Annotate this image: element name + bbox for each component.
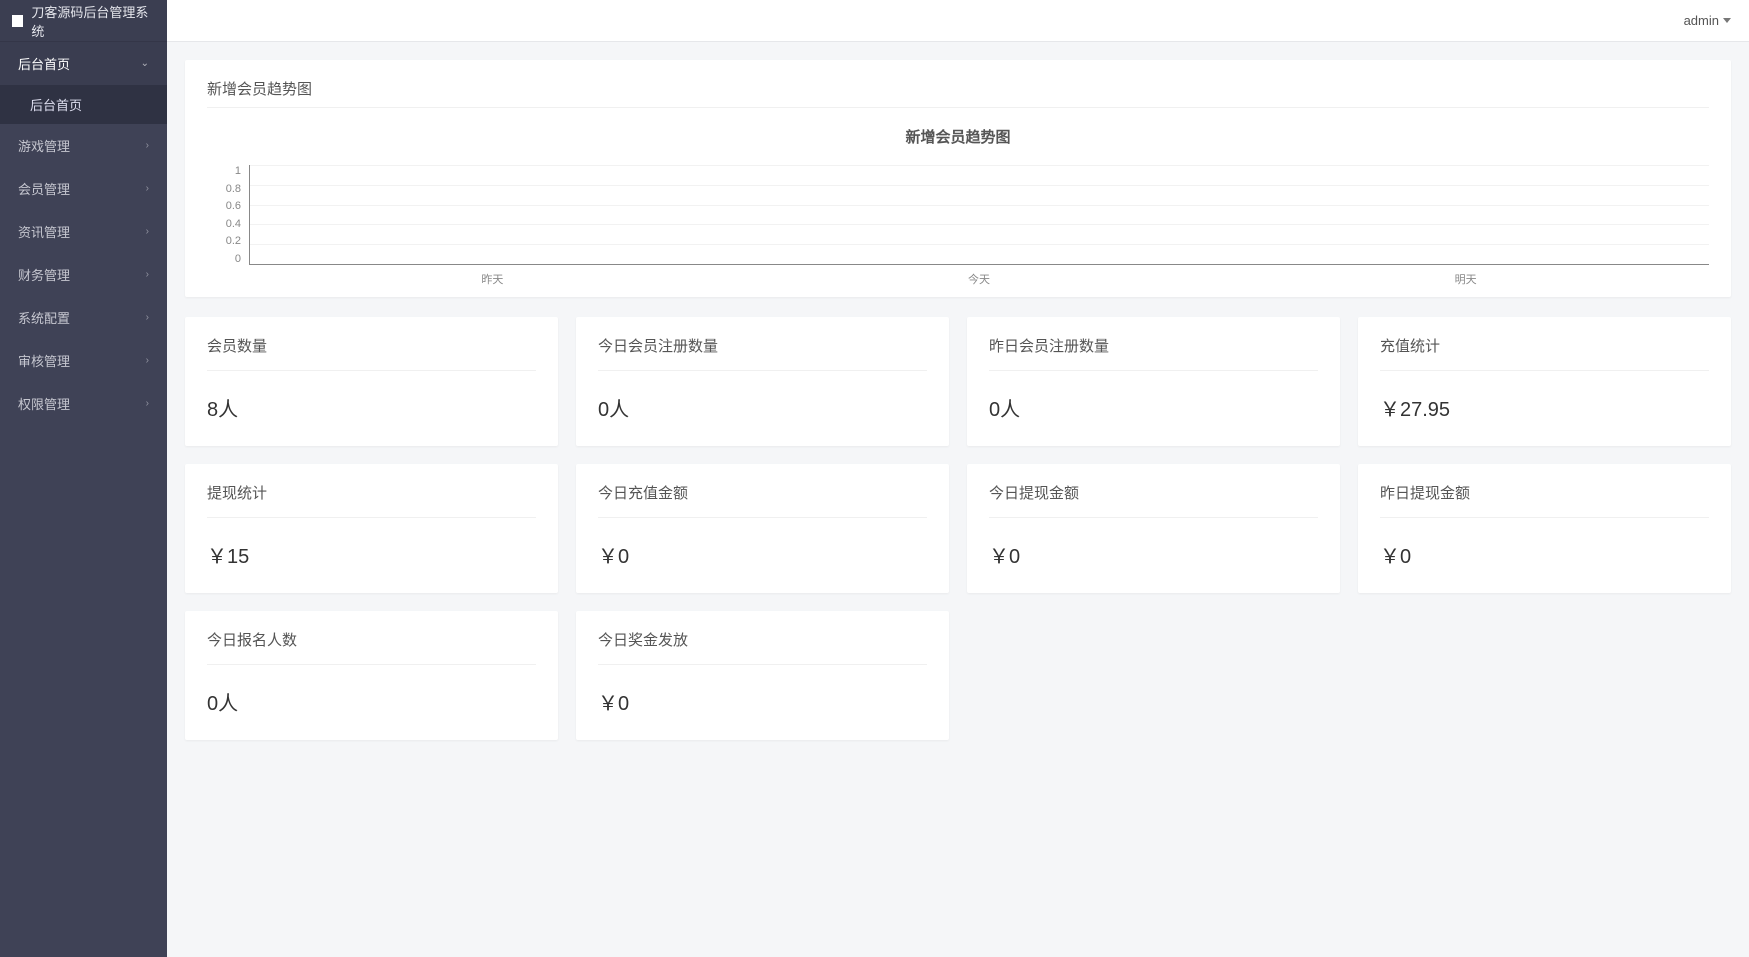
chart-plot-area [249, 165, 1709, 265]
stat-value: 0人 [598, 371, 927, 428]
stat-card: 充值统计￥27.95 [1358, 317, 1731, 446]
stat-value: ￥0 [598, 518, 927, 575]
sidebar-item-label: 系统配置 [18, 308, 70, 327]
stat-card: 今日会员注册数量0人 [576, 317, 949, 446]
stats-grid: 会员数量8人今日会员注册数量0人昨日会员注册数量0人充值统计￥27.95提现统计… [185, 317, 1731, 740]
stat-card: 今日提现金额￥0 [967, 464, 1340, 593]
chart-card-header: 新增会员趋势图 [207, 78, 1709, 108]
chart-gridline [250, 185, 1709, 186]
sidebar-submenu-home: 后台首页 [0, 85, 167, 124]
stat-value: 0人 [989, 371, 1318, 428]
caret-down-icon [1723, 18, 1731, 23]
stat-card: 提现统计￥15 [185, 464, 558, 593]
chevron-right-icon: › [146, 183, 149, 194]
stat-card: 昨日提现金额￥0 [1358, 464, 1731, 593]
chevron-down-icon: ⌄ [141, 58, 149, 69]
stat-label: 今日提现金额 [989, 482, 1318, 518]
sidebar-item-member[interactable]: 会员管理 › [0, 167, 167, 210]
brand-title: 刀客源码后台管理系统 [31, 2, 155, 40]
chart-title: 新增会员趋势图 [207, 126, 1709, 147]
chart-y-tick: 0.8 [226, 183, 241, 195]
sidebar-subitem-home[interactable]: 后台首页 [0, 85, 167, 124]
stat-label: 今日充值金额 [598, 482, 927, 518]
stat-value: ￥15 [207, 518, 536, 575]
brand: 刀客源码后台管理系统 [0, 0, 167, 42]
chevron-right-icon: › [146, 269, 149, 280]
chart-x-axis: 昨天今天明天 [249, 271, 1709, 287]
chart-y-tick: 0.6 [226, 200, 241, 212]
stat-label: 昨日会员注册数量 [989, 335, 1318, 371]
stat-label: 今日奖金发放 [598, 629, 927, 665]
sidebar-item-finance[interactable]: 财务管理 › [0, 253, 167, 296]
stat-label: 今日报名人数 [207, 629, 536, 665]
sidebar-item-label: 权限管理 [18, 394, 70, 413]
chevron-right-icon: › [146, 226, 149, 237]
stat-card: 今日奖金发放￥0 [576, 611, 949, 740]
sidebar-item-audit[interactable]: 审核管理 › [0, 339, 167, 382]
topbar: admin [167, 0, 1749, 42]
chevron-right-icon: › [146, 312, 149, 323]
chevron-right-icon: › [146, 355, 149, 366]
chart-y-tick: 0.4 [226, 218, 241, 230]
stat-card: 昨日会员注册数量0人 [967, 317, 1340, 446]
stat-label: 充值统计 [1380, 335, 1709, 371]
chevron-right-icon: › [146, 140, 149, 151]
sidebar-item-home[interactable]: 后台首页 ⌄ [0, 42, 167, 85]
sidebar-item-label: 游戏管理 [18, 136, 70, 155]
stat-card: 今日充值金额￥0 [576, 464, 949, 593]
chevron-right-icon: › [146, 398, 149, 409]
sidebar-item-label: 后台首页 [18, 54, 70, 73]
chart-y-tick: 0 [235, 253, 241, 265]
stat-value: ￥0 [989, 518, 1318, 575]
stat-card: 今日报名人数0人 [185, 611, 558, 740]
stat-label: 今日会员注册数量 [598, 335, 927, 371]
sidebar-item-label: 资讯管理 [18, 222, 70, 241]
chart-gridline [250, 244, 1709, 245]
chart-x-tick: 昨天 [249, 271, 736, 287]
stat-label: 昨日提现金额 [1380, 482, 1709, 518]
stat-value: ￥0 [1380, 518, 1709, 575]
sidebar-item-news[interactable]: 资讯管理 › [0, 210, 167, 253]
chart-card: 新增会员趋势图 新增会员趋势图 1 0.8 0.6 0.4 0.2 0 昨天今天明天 [185, 60, 1731, 297]
chart-gridline [250, 205, 1709, 206]
user-name: admin [1684, 13, 1719, 28]
stat-value: 8人 [207, 371, 536, 428]
stat-label: 会员数量 [207, 335, 536, 371]
chart-gridline [250, 165, 1709, 166]
sidebar-item-label: 会员管理 [18, 179, 70, 198]
sidebar-item-label: 审核管理 [18, 351, 70, 370]
stat-value: 0人 [207, 665, 536, 722]
chart-x-tick: 明天 [1222, 271, 1709, 287]
sidebar-item-system[interactable]: 系统配置 › [0, 296, 167, 339]
sidebar-subitem-label: 后台首页 [30, 98, 82, 113]
stat-value: ￥27.95 [1380, 371, 1709, 428]
sidebar-item-permission[interactable]: 权限管理 › [0, 382, 167, 425]
chart-y-tick: 0.2 [226, 235, 241, 247]
user-menu[interactable]: admin [1684, 13, 1731, 28]
stat-label: 提现统计 [207, 482, 536, 518]
chart-x-tick: 今天 [736, 271, 1223, 287]
sidebar-item-game[interactable]: 游戏管理 › [0, 124, 167, 167]
chart-y-tick: 1 [235, 165, 241, 177]
stat-card: 会员数量8人 [185, 317, 558, 446]
brand-logo-icon [12, 15, 23, 27]
stat-value: ￥0 [598, 665, 927, 722]
chart-y-axis: 1 0.8 0.6 0.4 0.2 0 [207, 165, 249, 265]
sidebar-item-label: 财务管理 [18, 265, 70, 284]
sidebar: 刀客源码后台管理系统 后台首页 ⌄ 后台首页 游戏管理 › 会员管理 › 资讯管… [0, 0, 167, 957]
chart-gridline [250, 224, 1709, 225]
